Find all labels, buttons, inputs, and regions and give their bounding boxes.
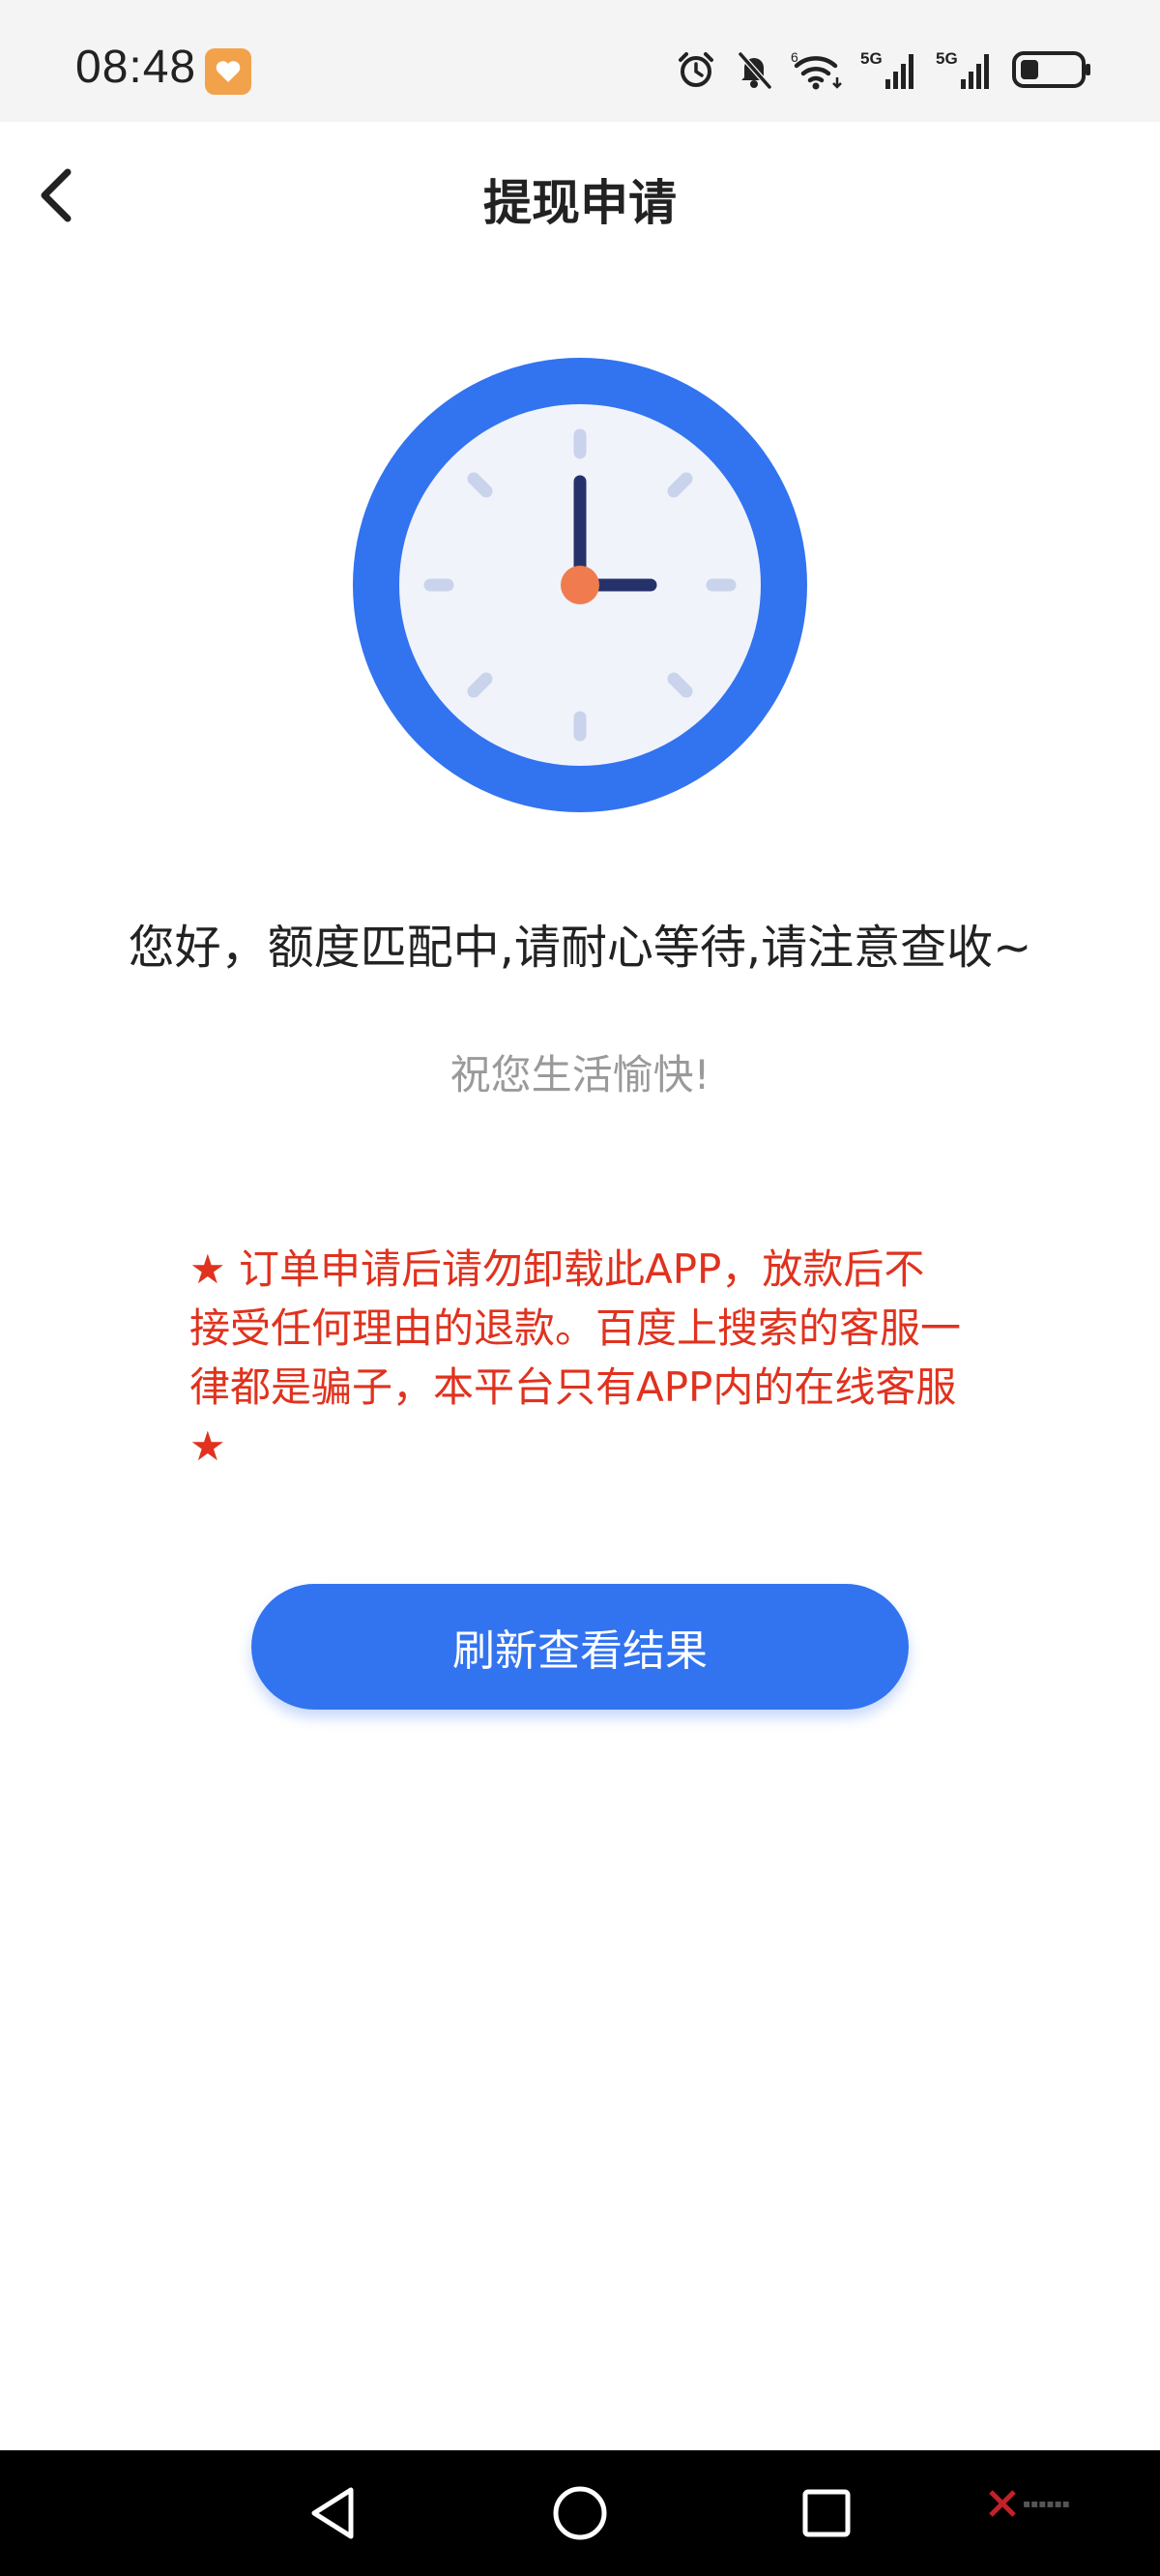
system-recents-button[interactable] [798, 2484, 856, 2542]
app-notification-icon [205, 48, 251, 95]
watermark-icon [989, 2490, 1016, 2517]
back-triangle-icon [311, 2487, 354, 2539]
home-circle-icon [553, 2486, 607, 2540]
system-nav-bar: ▪▪▪▪▪▪ [0, 2450, 1160, 2576]
signal-5g-icon: 5G [860, 48, 920, 95]
mute-icon [733, 48, 775, 95]
refresh-result-button[interactable]: 刷新查看结果 [251, 1584, 909, 1710]
status-message: 您好，额度匹配中,请耐心等待,请注意查收~ [128, 921, 1032, 975]
status-icons: 6 5G 5G [675, 46, 1092, 97]
recents-square-icon [802, 2489, 851, 2537]
status-time: 08:48 [75, 42, 197, 93]
wish-text: 祝您生活愉快! [450, 1051, 710, 1098]
network-label-1: 5G [860, 49, 883, 68]
system-back-button[interactable] [304, 2484, 362, 2542]
alarm-icon [675, 48, 717, 95]
battery-icon [1011, 48, 1092, 95]
watermark-logo: ▪▪▪▪▪▪ [988, 2489, 1070, 2518]
wifi-icon: 6 [791, 48, 845, 95]
watermark-dots: ▪▪▪▪▪▪ [1023, 2497, 1070, 2510]
status-bar: 08:48 6 5G 5G [0, 0, 1160, 122]
warning-notice: ★ 订单申请后请勿卸载此APP，放款后不接受任何理由的退款。百度上搜索的客服一律… [189, 1245, 962, 1470]
network-label-2: 5G [936, 49, 958, 68]
page-title: 提现申请 [483, 175, 677, 231]
clock-icon [353, 358, 807, 812]
system-home-button[interactable] [551, 2484, 609, 2542]
signal-5g-icon: 5G [936, 48, 996, 95]
nav-bar: 提现申请 [0, 122, 1160, 267]
